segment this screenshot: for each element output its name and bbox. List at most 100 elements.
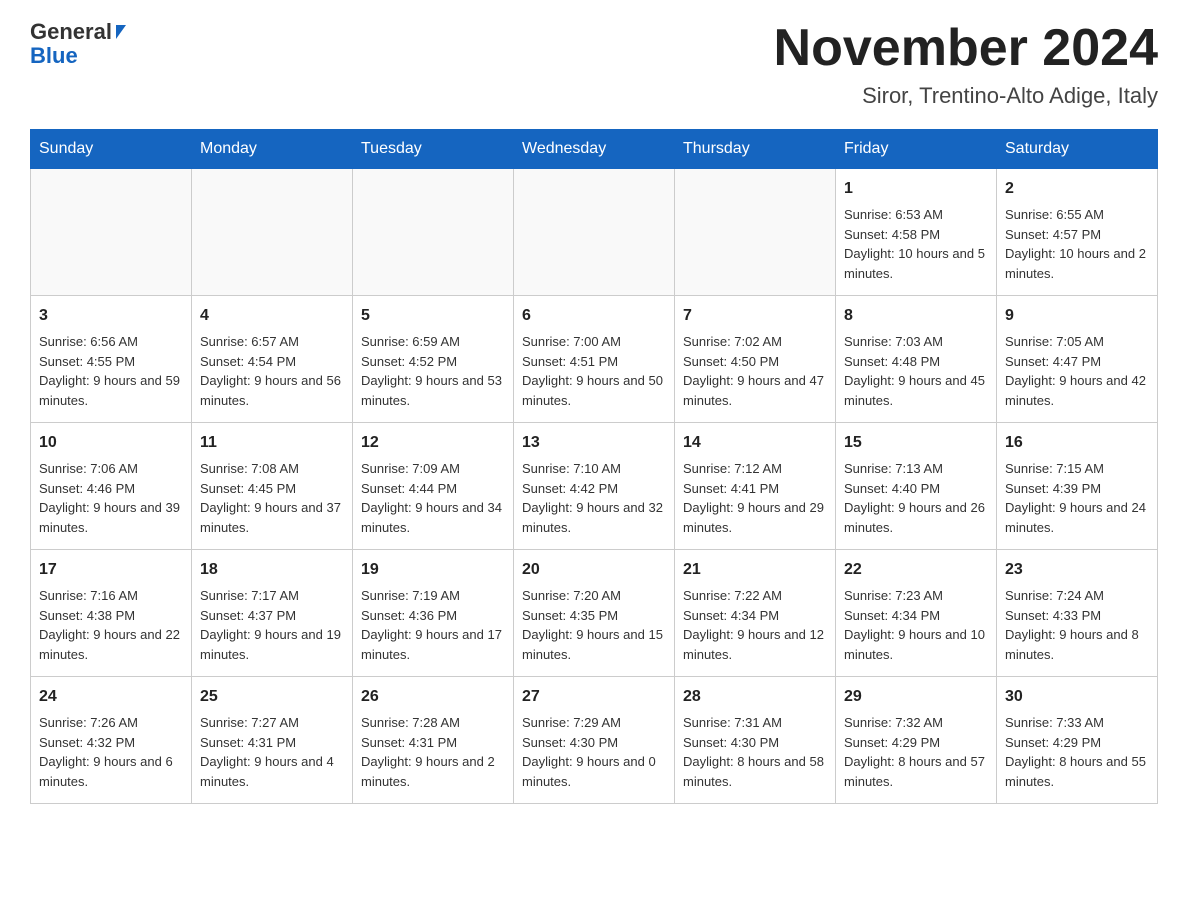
calendar-cell <box>514 169 675 296</box>
day-info: Sunrise: 7:13 AMSunset: 4:40 PMDaylight:… <box>844 459 988 537</box>
day-number: 10 <box>39 431 183 455</box>
logo-blue-text: Blue <box>30 43 78 68</box>
day-number: 30 <box>1005 685 1149 709</box>
day-number: 22 <box>844 558 988 582</box>
calendar-cell: 20 Sunrise: 7:20 AMSunset: 4:35 PMDayligh… <box>514 550 675 677</box>
day-info: Sunrise: 7:28 AMSunset: 4:31 PMDaylight:… <box>361 713 505 791</box>
title-area: November 2024 Siror, Trentino-Alto Adige… <box>774 20 1158 109</box>
calendar-cell: 28 Sunrise: 7:31 AMSunset: 4:30 PMDayligh… <box>675 677 836 804</box>
day-info: Sunrise: 7:19 AMSunset: 4:36 PMDaylight:… <box>361 586 505 664</box>
day-number: 13 <box>522 431 666 455</box>
day-number: 8 <box>844 304 988 328</box>
day-number: 17 <box>39 558 183 582</box>
day-info: Sunrise: 6:55 AMSunset: 4:57 PMDaylight:… <box>1005 205 1149 283</box>
day-number: 18 <box>200 558 344 582</box>
day-info: Sunrise: 6:53 AMSunset: 4:58 PMDaylight:… <box>844 205 988 283</box>
header-tuesday: Tuesday <box>353 130 514 169</box>
day-info: Sunrise: 7:24 AMSunset: 4:33 PMDaylight:… <box>1005 586 1149 664</box>
day-info: Sunrise: 7:32 AMSunset: 4:29 PMDaylight:… <box>844 713 988 791</box>
day-info: Sunrise: 7:22 AMSunset: 4:34 PMDaylight:… <box>683 586 827 664</box>
calendar-cell: 9 Sunrise: 7:05 AMSunset: 4:47 PMDaylight… <box>997 296 1158 423</box>
day-info: Sunrise: 7:17 AMSunset: 4:37 PMDaylight:… <box>200 586 344 664</box>
day-info: Sunrise: 7:15 AMSunset: 4:39 PMDaylight:… <box>1005 459 1149 537</box>
calendar-cell: 12Sunrise: 7:09 AMSunset: 4:44 PMDayligh… <box>353 423 514 550</box>
calendar-cell: 15 Sunrise: 7:13 AMSunset: 4:40 PMDayligh… <box>836 423 997 550</box>
calendar-cell: 16 Sunrise: 7:15 AMSunset: 4:39 PMDayligh… <box>997 423 1158 550</box>
header-friday: Friday <box>836 130 997 169</box>
calendar-cell <box>192 169 353 296</box>
day-info: Sunrise: 7:31 AMSunset: 4:30 PMDaylight:… <box>683 713 827 791</box>
calendar-cell: 29 Sunrise: 7:32 AMSunset: 4:29 PMDayligh… <box>836 677 997 804</box>
day-number: 2 <box>1005 177 1149 201</box>
calendar-cell: 19 Sunrise: 7:19 AMSunset: 4:36 PMDayligh… <box>353 550 514 677</box>
week-row-4: 17 Sunrise: 7:16 AMSunset: 4:38 PMDayligh… <box>31 550 1158 677</box>
day-info: Sunrise: 7:29 AMSunset: 4:30 PMDaylight:… <box>522 713 666 791</box>
day-info: Sunrise: 7:03 AMSunset: 4:48 PMDaylight:… <box>844 332 988 410</box>
day-number: 27 <box>522 685 666 709</box>
calendar-cell: 8 Sunrise: 7:03 AMSunset: 4:48 PMDaylight… <box>836 296 997 423</box>
calendar-cell: 11Sunrise: 7:08 AMSunset: 4:45 PMDayligh… <box>192 423 353 550</box>
header-sunday: Sunday <box>31 130 192 169</box>
day-number: 3 <box>39 304 183 328</box>
day-number: 1 <box>844 177 988 201</box>
calendar-cell: 14 Sunrise: 7:12 AMSunset: 4:41 PMDayligh… <box>675 423 836 550</box>
day-number: 5 <box>361 304 505 328</box>
day-number: 9 <box>1005 304 1149 328</box>
week-row-2: 3 Sunrise: 6:56 AMSunset: 4:55 PMDaylight… <box>31 296 1158 423</box>
day-info: Sunrise: 7:05 AMSunset: 4:47 PMDaylight:… <box>1005 332 1149 410</box>
calendar-cell: 21 Sunrise: 7:22 AMSunset: 4:34 PMDayligh… <box>675 550 836 677</box>
calendar-cell: 23 Sunrise: 7:24 AMSunset: 4:33 PMDayligh… <box>997 550 1158 677</box>
calendar-cell: 30Sunrise: 7:33 AMSunset: 4:29 PMDayligh… <box>997 677 1158 804</box>
calendar-cell: 6 Sunrise: 7:00 AMSunset: 4:51 PMDaylight… <box>514 296 675 423</box>
page-header: General Blue November 2024 Siror, Trenti… <box>30 20 1158 109</box>
day-info: Sunrise: 7:06 AMSunset: 4:46 PMDaylight:… <box>39 459 183 537</box>
logo: General Blue <box>30 20 126 68</box>
day-info: Sunrise: 7:08 AMSunset: 4:45 PMDaylight:… <box>200 459 344 537</box>
location-subtitle: Siror, Trentino-Alto Adige, Italy <box>774 83 1158 109</box>
calendar-table: SundayMondayTuesdayWednesdayThursdayFrid… <box>30 129 1158 804</box>
calendar-cell: 24 Sunrise: 7:26 AMSunset: 4:32 PMDayligh… <box>31 677 192 804</box>
day-info: Sunrise: 7:26 AMSunset: 4:32 PMDaylight:… <box>39 713 183 791</box>
day-number: 29 <box>844 685 988 709</box>
header-thursday: Thursday <box>675 130 836 169</box>
header-monday: Monday <box>192 130 353 169</box>
calendar-cell: 4Sunrise: 6:57 AMSunset: 4:54 PMDaylight… <box>192 296 353 423</box>
day-number: 14 <box>683 431 827 455</box>
day-info: Sunrise: 7:16 AMSunset: 4:38 PMDaylight:… <box>39 586 183 664</box>
month-title: November 2024 <box>774 20 1158 77</box>
day-number: 12 <box>361 431 505 455</box>
calendar-header-row: SundayMondayTuesdayWednesdayThursdayFrid… <box>31 130 1158 169</box>
day-info: Sunrise: 7:02 AMSunset: 4:50 PMDaylight:… <box>683 332 827 410</box>
header-saturday: Saturday <box>997 130 1158 169</box>
day-info: Sunrise: 7:10 AMSunset: 4:42 PMDaylight:… <box>522 459 666 537</box>
day-number: 21 <box>683 558 827 582</box>
day-number: 25 <box>200 685 344 709</box>
day-number: 23 <box>1005 558 1149 582</box>
calendar-cell: 7Sunrise: 7:02 AMSunset: 4:50 PMDaylight… <box>675 296 836 423</box>
day-number: 4 <box>200 304 344 328</box>
calendar-cell: 5 Sunrise: 6:59 AMSunset: 4:52 PMDaylight… <box>353 296 514 423</box>
calendar-cell: 17 Sunrise: 7:16 AMSunset: 4:38 PMDayligh… <box>31 550 192 677</box>
day-number: 19 <box>361 558 505 582</box>
calendar-cell: 25 Sunrise: 7:27 AMSunset: 4:31 PMDayligh… <box>192 677 353 804</box>
day-number: 24 <box>39 685 183 709</box>
logo-triangle-icon <box>116 25 126 39</box>
calendar-cell: 2 Sunrise: 6:55 AMSunset: 4:57 PMDaylight… <box>997 169 1158 296</box>
day-info: Sunrise: 7:23 AMSunset: 4:34 PMDaylight:… <box>844 586 988 664</box>
calendar-cell <box>675 169 836 296</box>
day-info: Sunrise: 6:59 AMSunset: 4:52 PMDaylight:… <box>361 332 505 410</box>
calendar-cell: 3 Sunrise: 6:56 AMSunset: 4:55 PMDaylight… <box>31 296 192 423</box>
day-info: Sunrise: 7:20 AMSunset: 4:35 PMDaylight:… <box>522 586 666 664</box>
day-number: 20 <box>522 558 666 582</box>
day-info: Sunrise: 7:27 AMSunset: 4:31 PMDaylight:… <box>200 713 344 791</box>
week-row-1: 1 Sunrise: 6:53 AMSunset: 4:58 PMDaylight… <box>31 169 1158 296</box>
day-number: 16 <box>1005 431 1149 455</box>
day-info: Sunrise: 7:00 AMSunset: 4:51 PMDaylight:… <box>522 332 666 410</box>
calendar-cell: 13 Sunrise: 7:10 AMSunset: 4:42 PMDayligh… <box>514 423 675 550</box>
calendar-cell <box>31 169 192 296</box>
day-number: 15 <box>844 431 988 455</box>
day-info: Sunrise: 7:12 AMSunset: 4:41 PMDaylight:… <box>683 459 827 537</box>
day-number: 6 <box>522 304 666 328</box>
day-number: 28 <box>683 685 827 709</box>
day-info: Sunrise: 6:56 AMSunset: 4:55 PMDaylight:… <box>39 332 183 410</box>
